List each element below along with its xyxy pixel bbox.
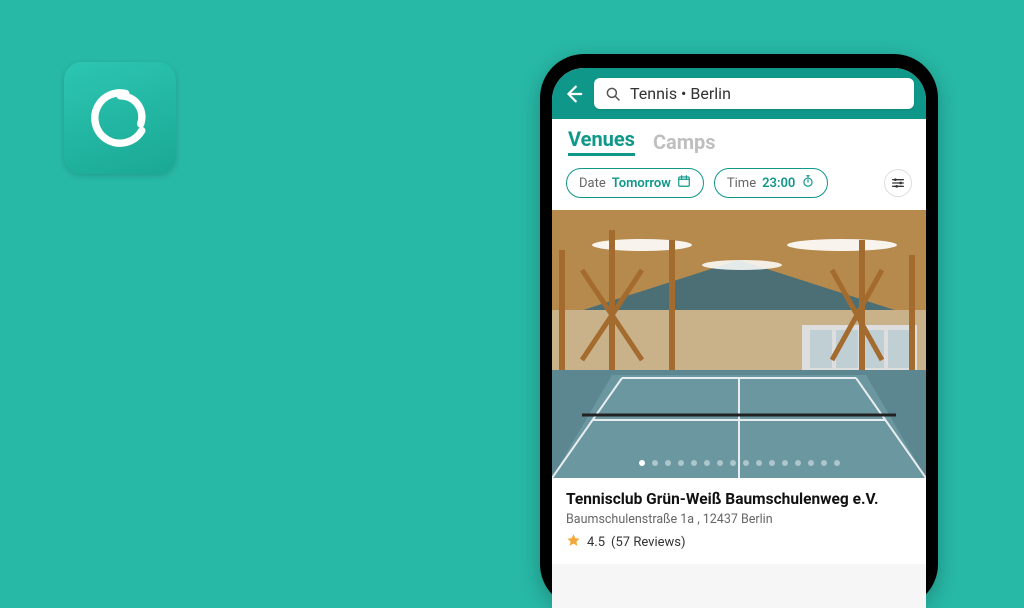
star-icon (566, 533, 581, 552)
filter-row: Date Tomorrow Time 23:00 (552, 166, 926, 210)
time-filter-chip[interactable]: Time 23:00 (714, 168, 828, 198)
pager-dot[interactable] (678, 460, 684, 466)
pager-dot[interactable] (834, 460, 840, 466)
photo-pager (552, 460, 926, 466)
pager-dot[interactable] (808, 460, 814, 466)
pager-dot[interactable] (652, 460, 658, 466)
venue-card[interactable]: Tennisclub Grün-Weiß Baumschulenweg e.V.… (552, 210, 926, 608)
calendar-icon (677, 174, 691, 192)
phone-screen: Tennis • Berlin Venues Camps Date Tomorr… (552, 68, 926, 608)
stopwatch-icon (801, 174, 815, 192)
venue-name: Tennisclub Grün-Weiß Baumschulenweg e.V. (566, 490, 912, 508)
tabs: Venues Camps (552, 119, 926, 166)
search-icon (604, 85, 622, 103)
tab-venues[interactable]: Venues (568, 127, 635, 156)
pager-dot[interactable] (665, 460, 671, 466)
venue-card-body: Tennisclub Grün-Weiß Baumschulenweg e.V.… (552, 478, 926, 564)
app-icon (64, 62, 176, 174)
pager-dot[interactable] (730, 460, 736, 466)
time-filter-value: 23:00 (762, 176, 795, 191)
filter-settings-button[interactable] (884, 169, 912, 197)
back-button[interactable] (562, 83, 584, 105)
pager-dot[interactable] (821, 460, 827, 466)
pager-dot[interactable] (639, 460, 645, 466)
arrow-left-icon (562, 83, 584, 105)
pager-dot[interactable] (756, 460, 762, 466)
pager-dot[interactable] (782, 460, 788, 466)
venue-photo[interactable] (552, 210, 926, 478)
sliders-icon (890, 175, 906, 191)
search-input[interactable]: Tennis • Berlin (594, 78, 914, 109)
pager-dot[interactable] (743, 460, 749, 466)
phone-frame: Tennis • Berlin Venues Camps Date Tomorr… (540, 54, 938, 608)
pager-dot[interactable] (691, 460, 697, 466)
pager-dot[interactable] (769, 460, 775, 466)
venue-photo-illustration (552, 210, 926, 478)
pager-dot[interactable] (704, 460, 710, 466)
venue-rating: 4.5 (57 Reviews) (566, 533, 912, 552)
tab-camps[interactable]: Camps (653, 130, 716, 156)
pager-dot[interactable] (795, 460, 801, 466)
reviews-count: (57 Reviews) (611, 535, 685, 550)
pager-dot[interactable] (717, 460, 723, 466)
venue-address: Baumschulenstraße 1a , 12437 Berlin (566, 512, 912, 527)
date-filter-label: Date (579, 176, 606, 191)
date-filter-chip[interactable]: Date Tomorrow (566, 168, 704, 198)
app-header: Tennis • Berlin (552, 68, 926, 119)
time-filter-label: Time (727, 176, 756, 191)
rating-value: 4.5 (587, 535, 605, 550)
search-query: Tennis • Berlin (630, 84, 731, 103)
date-filter-value: Tomorrow (612, 176, 671, 191)
brand-swirl-icon (83, 81, 157, 155)
